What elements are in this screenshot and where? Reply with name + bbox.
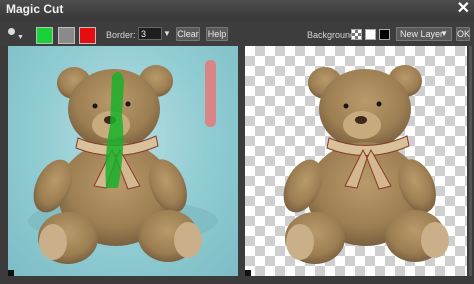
chevron-down-icon[interactable]: ▼ xyxy=(163,29,171,38)
background-label: Background: xyxy=(307,30,358,40)
title-bar[interactable]: Magic Cut ✕ xyxy=(0,0,474,20)
layer-select[interactable]: New Layer ▼ xyxy=(396,27,452,41)
chevron-down-icon: ▼ xyxy=(17,34,24,41)
clear-button[interactable]: Clear xyxy=(176,27,200,41)
brush-icon[interactable]: ▼ xyxy=(6,26,24,42)
foreground-swatch[interactable] xyxy=(36,27,53,44)
teddy-bear-cutout-preview xyxy=(283,65,449,264)
white-background-option[interactable] xyxy=(365,29,376,40)
preview-canvas xyxy=(245,46,467,276)
border-input[interactable]: 3 xyxy=(138,27,162,40)
magic-cut-dialog: Magic Cut ✕ ▼ Border: 3 ▼ Clear Help Bac… xyxy=(0,0,474,284)
resize-handle[interactable] xyxy=(8,270,14,276)
chevron-down-icon: ▼ xyxy=(440,29,448,38)
dialog-title: Magic Cut xyxy=(6,2,64,16)
ok-button[interactable]: OK xyxy=(456,27,470,41)
layer-select-value: New Layer xyxy=(400,29,444,39)
background-swatch[interactable] xyxy=(79,27,96,44)
scrollbar[interactable] xyxy=(469,46,472,276)
resize-handle[interactable] xyxy=(245,270,251,276)
panel-divider xyxy=(238,46,245,276)
black-background-option[interactable] xyxy=(379,29,390,40)
checker-background-icon[interactable] xyxy=(351,29,362,40)
close-icon[interactable]: ✕ xyxy=(457,0,470,18)
help-button[interactable]: Help xyxy=(206,27,228,41)
source-canvas[interactable] xyxy=(8,46,238,276)
neutral-swatch[interactable] xyxy=(58,27,75,44)
border-label: Border: xyxy=(106,30,136,40)
teddy-bear-source-image xyxy=(28,60,218,264)
